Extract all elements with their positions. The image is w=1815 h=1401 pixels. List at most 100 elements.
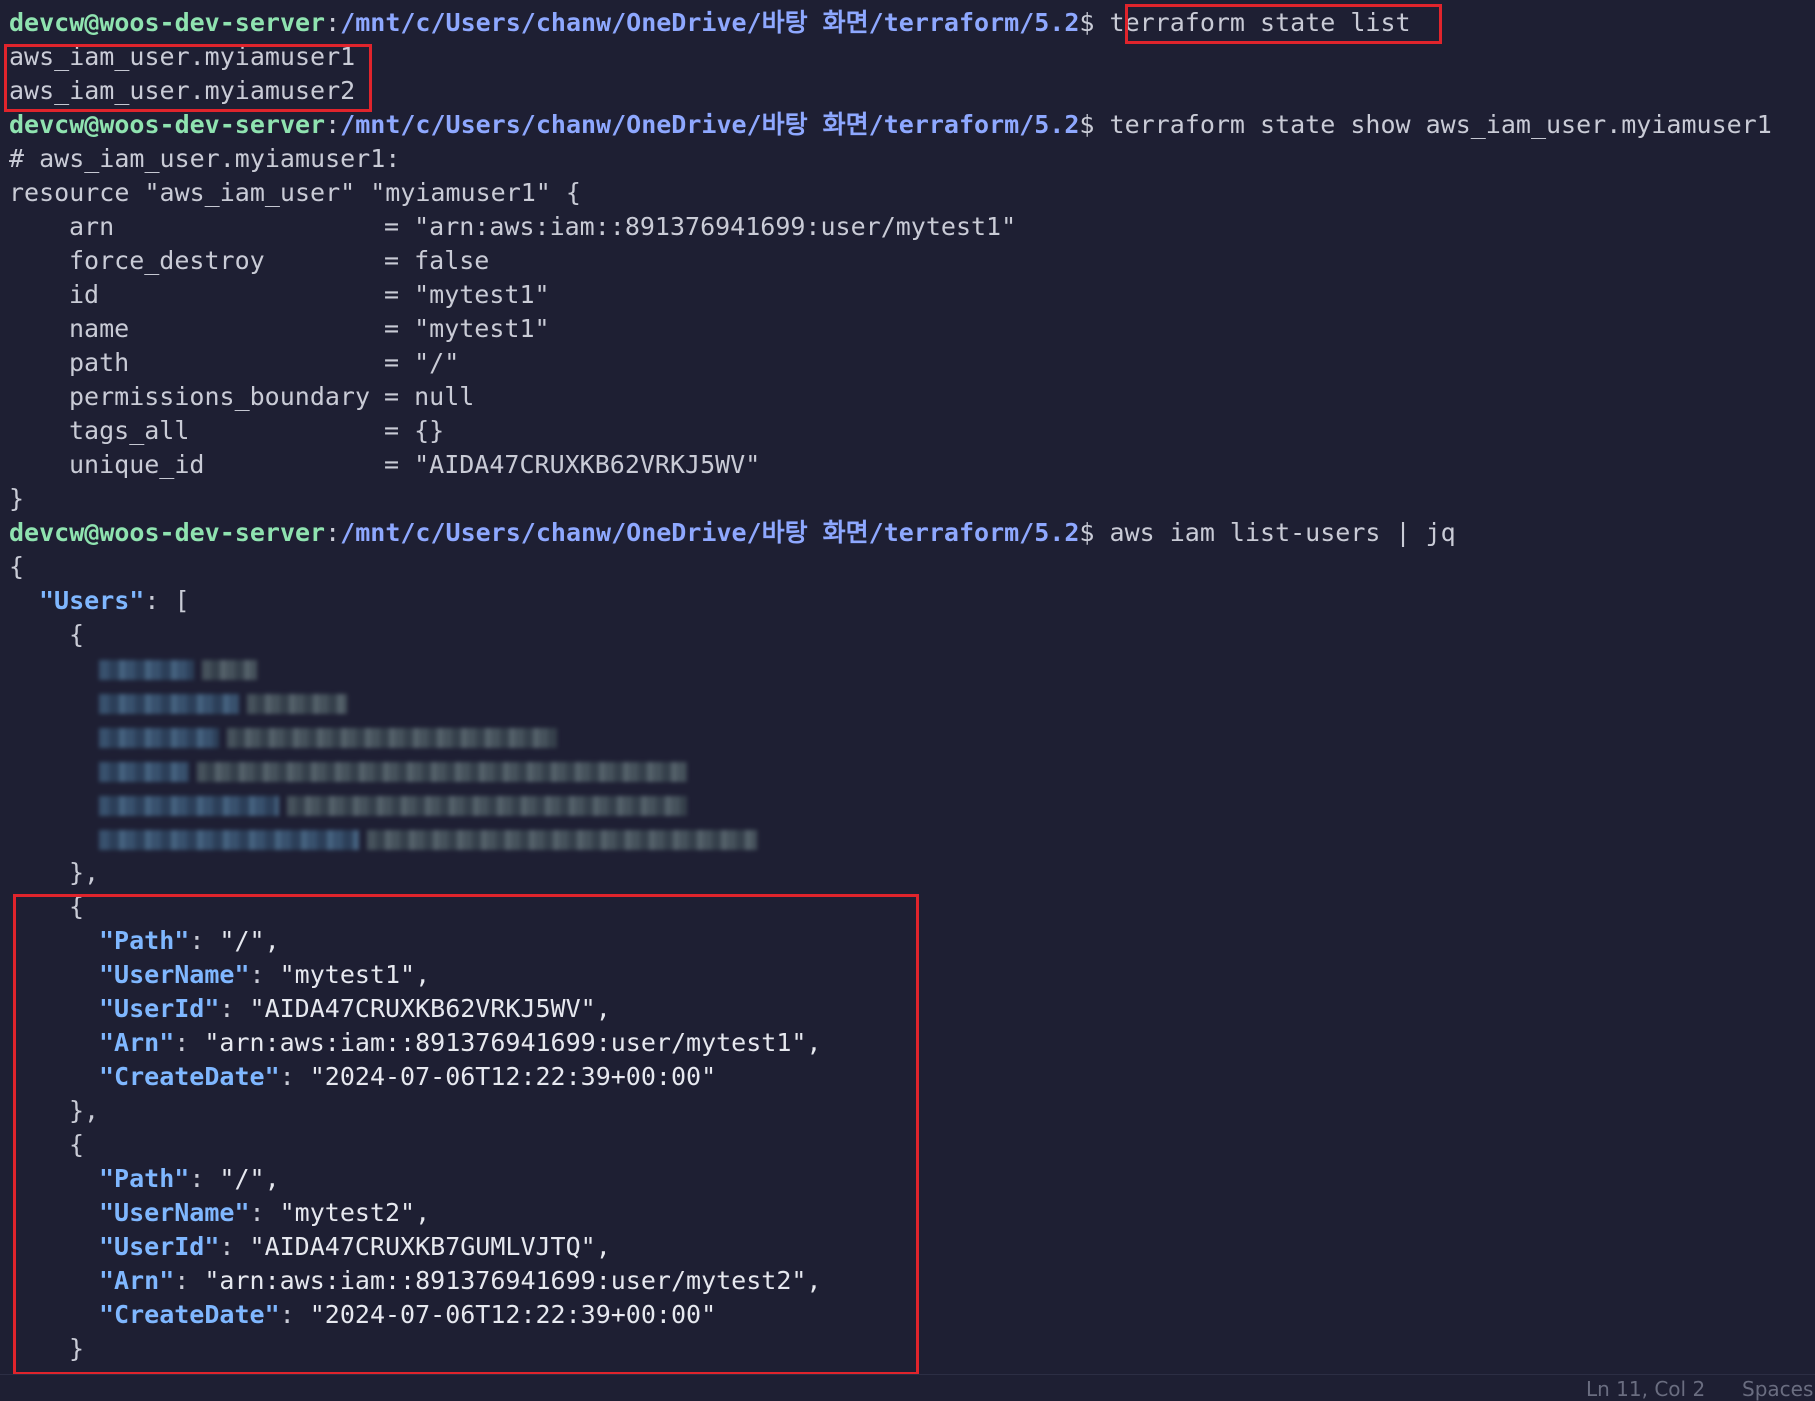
json-field: "CreateDate": "2024-07-06T12:22:39+00:00… (9, 1060, 1815, 1094)
prompt-host: woos-dev-server (99, 518, 326, 547)
json-open-brace: { (9, 552, 25, 581)
json-key: "CreateDate" (99, 1062, 280, 1091)
attribute-value: = {} (384, 416, 445, 445)
json-value: "2024-07-06T12:22:39+00:00" (309, 1300, 717, 1329)
json-object-open: { (69, 892, 85, 921)
redacted-value (202, 660, 257, 680)
prompt-host: woos-dev-server (99, 8, 326, 37)
json-object-open: { (69, 620, 85, 649)
json-field: "UserId": "AIDA47CRUXKB62VRKJ5WV", (9, 992, 1815, 1026)
json-users-line: "Users": [ (9, 584, 1815, 618)
json-value: "2024-07-06T12:22:39+00:00" (309, 1062, 717, 1091)
attribute-name: force_destroy (69, 246, 265, 275)
attribute-name: permissions_boundary (69, 382, 371, 411)
json-key: "Users" (39, 586, 145, 615)
json-punct: : [ (144, 586, 190, 615)
prompt-user: devcw (9, 518, 85, 547)
redacted-line (9, 788, 1815, 822)
state-attribute: force_destroy = false (9, 244, 1815, 278)
command-state-show[interactable]: terraform state show aws_iam_user.myiamu… (1110, 110, 1772, 139)
json-colon: : (249, 1198, 280, 1227)
prompt-host: woos-dev-server (99, 110, 326, 139)
attribute-name: name (69, 314, 130, 343)
json-object-close: }, (69, 858, 100, 887)
prompt-dollar: $ (1079, 110, 1095, 139)
cursor-position[interactable]: Ln 11, Col 2 (1586, 1377, 1705, 1401)
json-object-close: } (69, 1334, 85, 1363)
prompt-sep: : (325, 8, 341, 37)
json-colon: : (174, 1028, 205, 1057)
state-attribute: name = "mytest1" (9, 312, 1815, 346)
json-colon: : (219, 1232, 250, 1261)
indentation-setting[interactable]: Spaces (1742, 1377, 1813, 1401)
json-field: "Path": "/", (9, 1162, 1815, 1196)
attribute-value: = "mytest1" (384, 280, 550, 309)
attribute-name: path (69, 348, 130, 377)
json-key: "UserName" (99, 1198, 250, 1227)
prompt-sep: : (325, 518, 341, 547)
attribute-name: unique_id (69, 450, 205, 479)
json-field: "Arn": "arn:aws:iam::891376941699:user/m… (9, 1026, 1815, 1060)
json-object-close: }, (69, 1096, 100, 1125)
state-show-footer: } (9, 484, 25, 513)
state-attribute: arn = "arn:aws:iam::891376941699:user/myt… (9, 210, 1815, 244)
attribute-value: = "AIDA47CRUXKB62VRKJ5WV" (384, 450, 761, 479)
json-value: "arn:aws:iam::891376941699:user/mytest1"… (204, 1028, 822, 1057)
json-value: "/", (219, 926, 280, 955)
json-key: "Path" (99, 1164, 190, 1193)
redacted-key (99, 830, 359, 850)
json-value: "mytest1", (279, 960, 431, 989)
redacted-line (9, 652, 1815, 686)
prompt-at: @ (84, 518, 100, 547)
command-list-users[interactable]: aws iam list-users | jq (1110, 518, 1456, 547)
json-value: "mytest2", (279, 1198, 431, 1227)
attribute-name: tags_all (69, 416, 190, 445)
json-value: "/", (219, 1164, 280, 1193)
redacted-value (197, 762, 687, 782)
json-field: "UserName": "mytest2", (9, 1196, 1815, 1230)
json-field: "CreateDate": "2024-07-06T12:22:39+00:00… (9, 1298, 1815, 1332)
json-key: "UserId" (99, 1232, 220, 1261)
attribute-value: = "mytest1" (384, 314, 550, 343)
redacted-key (99, 728, 219, 748)
json-colon: : (249, 960, 280, 989)
prompt-dollar: $ (1079, 518, 1095, 547)
json-key: "CreateDate" (99, 1300, 280, 1329)
prompt-line: devcw@woos-dev-server:/mnt/c/Users/chanw… (9, 6, 1815, 40)
json-colon: : (189, 1164, 220, 1193)
redacted-key (99, 694, 239, 714)
prompt-cwd: /mnt/c/Users/chanw/OneDrive/바탕 화면/terraf… (340, 110, 1080, 139)
prompt-sep: : (325, 110, 341, 139)
attribute-name: id (69, 280, 100, 309)
redacted-line (9, 686, 1815, 720)
redacted-line (9, 720, 1815, 754)
attribute-value: = "/" (384, 348, 460, 377)
state-attribute: unique_id = "AIDA47CRUXKB62VRKJ5WV" (9, 448, 1815, 482)
redacted-value (247, 694, 347, 714)
redacted-key (99, 762, 189, 782)
json-colon: : (279, 1062, 310, 1091)
state-show-comment: # aws_iam_user.myiamuser1: (9, 144, 401, 173)
attribute-value: = null (384, 382, 475, 411)
state-attribute: tags_all = {} (9, 414, 1815, 448)
status-bar: Ln 11, Col 2 Spaces (0, 1374, 1815, 1401)
attribute-value: = "arn:aws:iam::891376941699:user/mytest… (384, 212, 1017, 241)
command-state-list[interactable]: terraform state list (1110, 8, 1411, 37)
prompt-cwd: /mnt/c/Users/chanw/OneDrive/바탕 화면/terraf… (340, 518, 1080, 547)
redacted-value (367, 830, 757, 850)
redacted-line (9, 822, 1815, 856)
json-key: "Path" (99, 926, 190, 955)
json-field: "Path": "/", (9, 924, 1815, 958)
attribute-value: = false (384, 246, 490, 275)
terminal-output[interactable]: devcw@woos-dev-server:/mnt/c/Users/chanw… (9, 6, 1815, 1366)
json-value: "AIDA47CRUXKB62VRKJ5WV", (249, 994, 611, 1023)
json-field: "UserName": "mytest1", (9, 958, 1815, 992)
json-colon: : (219, 994, 250, 1023)
prompt-at: @ (84, 8, 100, 37)
prompt-user: devcw (9, 110, 85, 139)
json-object-open: { (69, 1130, 85, 1159)
json-value: "arn:aws:iam::891376941699:user/mytest2"… (204, 1266, 822, 1295)
prompt-dollar: $ (1079, 8, 1095, 37)
state-attribute: permissions_boundary = null (9, 380, 1815, 414)
prompt-cwd: /mnt/c/Users/chanw/OneDrive/바탕 화면/terraf… (340, 8, 1080, 37)
